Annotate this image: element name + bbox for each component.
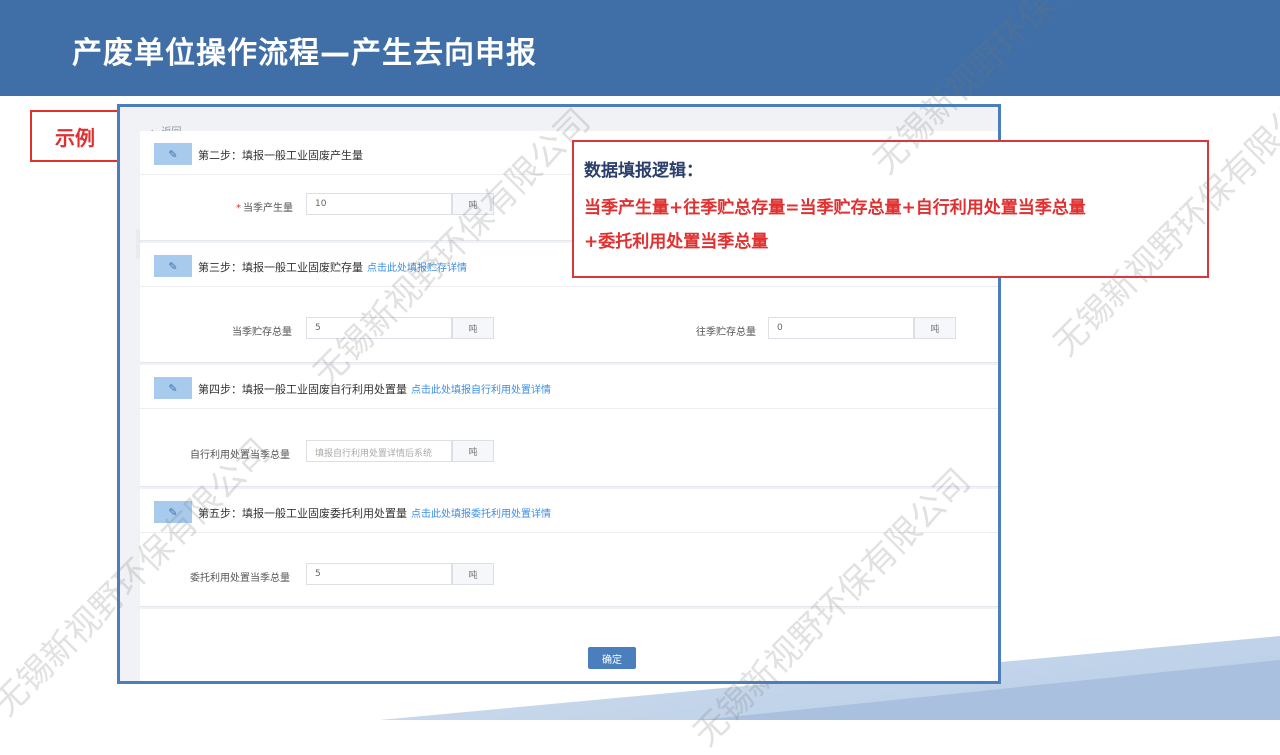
storage-detail-link[interactable]: 点击此处填报贮存详情 [367,263,467,274]
step-title-text: 第二步：填报一般工业固废产生量 [198,149,363,162]
step-title-text: 第三步：填报一般工业固废贮存量 [198,261,363,274]
field-label: 委托利用处置当季总量 [190,573,290,584]
logic-formula-line-2: +委托利用处置当季总量 [584,232,769,252]
field-label: * 当季产生量 [236,199,293,214]
logic-callout: 数据填报逻辑： 当季产生量+往季贮总存量=当季贮存总量+自行利用处置当季总量 +… [572,140,1209,278]
field-label: 自行利用处置当季总量 [190,450,290,461]
required-marker: * [236,203,241,214]
unit-label: 吨 [914,317,956,339]
field-label-text: 当季产生量 [243,203,293,214]
self-disposal-total-input[interactable]: 填报自行利用处置详情后系统 [306,440,452,462]
step-title: 第三步：填报一般工业固废贮存量 点击此处填报贮存详情 [198,259,467,275]
unit-label: 吨 [452,317,494,339]
step-title: 第五步：填报一般工业固废委托利用处置量 点击此处填报委托利用处置详情 [198,505,551,521]
slide-title: 产废单位操作流程—产生去向申报 [72,36,537,71]
edit-icon: ✎ [154,377,192,399]
step-title-text: 第五步：填报一般工业固废委托利用处置量 [198,507,407,520]
step-section-4: ✎ 第四步：填报一般工业固废自行利用处置量 点击此处填报自行利用处置详情 自行利用… [140,365,998,487]
edit-icon: ✎ [154,143,192,165]
previous-storage-input[interactable]: 0 [768,317,914,339]
unit-label: 吨 [452,193,494,215]
edit-icon: ✎ [154,255,192,277]
step-header: ✎ 第五步：填报一般工业固废委托利用处置量 点击此处填报委托利用处置详情 [140,489,998,533]
confirm-button[interactable]: 确定 [588,647,636,669]
logic-title: 数据填报逻辑： [584,161,703,181]
self-disposal-detail-link[interactable]: 点击此处填报自行利用处置详情 [411,385,551,396]
unit-label: 吨 [452,440,494,462]
entrusted-disposal-detail-link[interactable]: 点击此处填报委托利用处置详情 [411,509,551,520]
unit-label: 吨 [452,563,494,585]
step-header: ✎ 第四步：填报一般工业固废自行利用处置量 点击此处填报自行利用处置详情 [140,365,998,409]
logic-formula-line-1: 当季产生量+往季贮总存量=当季贮存总量+自行利用处置当季总量 [584,198,1086,218]
current-season-production-input[interactable]: 10 [306,193,452,215]
step-title-text: 第四步：填报一般工业固废自行利用处置量 [198,383,407,396]
entrusted-disposal-total-input[interactable]: 5 [306,563,452,585]
edit-icon: ✎ [154,501,192,523]
field-label: 当季贮存总量 [232,327,292,338]
step-section-5: ✎ 第五步：填报一般工业固废委托利用处置量 点击此处填报委托利用处置详情 委托利用… [140,489,998,607]
form-footer [140,609,998,681]
step-title: 第二步：填报一般工业固废产生量 [198,147,363,163]
field-label: 往季贮存总量 [696,327,756,338]
step-title: 第四步：填报一般工业固废自行利用处置量 点击此处填报自行利用处置详情 [198,381,551,397]
example-tag: 示例 [30,110,120,162]
current-storage-input[interactable]: 5 [306,317,452,339]
